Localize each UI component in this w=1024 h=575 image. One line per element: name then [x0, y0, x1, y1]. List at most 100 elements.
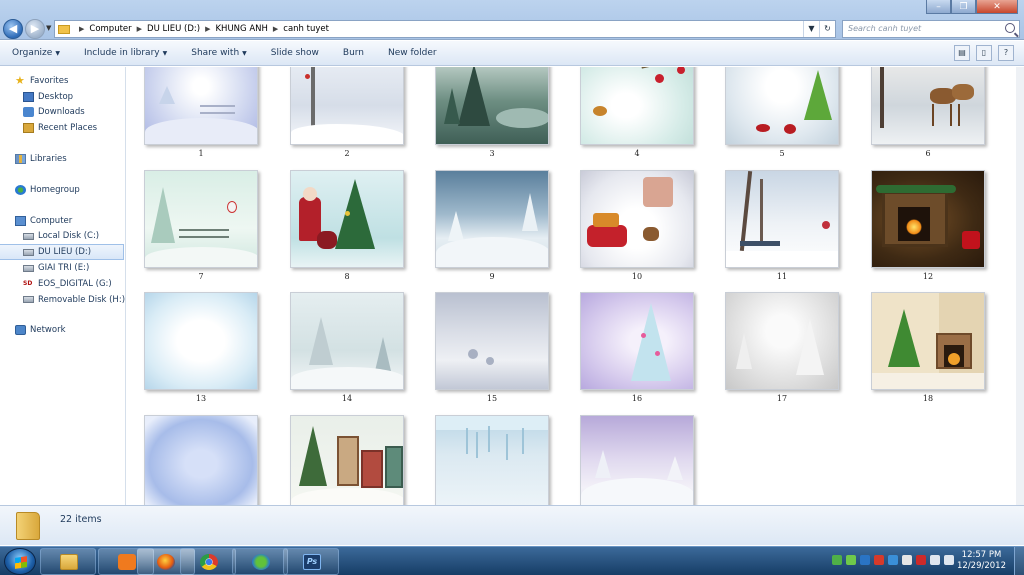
tray-icon[interactable] [916, 555, 926, 565]
breadcrumb-khung-anh[interactable]: KHUNG ANH [215, 24, 267, 34]
thumbnail-image[interactable] [290, 292, 404, 390]
thumbnail-image[interactable] [580, 415, 694, 505]
thumbnail-item[interactable]: 15 [435, 292, 549, 403]
nav-downloads[interactable]: Downloads [0, 105, 125, 121]
thumbnail-item[interactable]: 8 [290, 170, 404, 281]
close-button[interactable]: ✕ [976, 0, 1018, 14]
volume-icon[interactable] [944, 555, 954, 565]
include-in-library-button[interactable]: Include in library ▼ [72, 48, 179, 58]
nav-computer[interactable]: Computer [0, 213, 125, 229]
tray-icon[interactable] [860, 555, 870, 565]
chevron-right-icon[interactable]: ▶ [205, 25, 210, 33]
maximize-button[interactable]: ❐ [951, 0, 976, 14]
tray-icon[interactable] [832, 555, 842, 565]
help-icon[interactable]: ? [998, 45, 1014, 61]
thumbnail-image[interactable] [580, 170, 694, 268]
thumbnail-item[interactable]: 4 [580, 67, 694, 158]
nav-giai-tri[interactable]: GIAI TRI (E:) [0, 260, 125, 276]
refresh-icon[interactable]: ↻ [819, 21, 835, 37]
thumbnail-item[interactable]: 2 [290, 67, 404, 158]
thumbnail-image[interactable] [144, 415, 258, 505]
thumbnail-item[interactable]: 10 [580, 170, 694, 281]
thumbnail-item[interactable] [580, 415, 694, 505]
thumbnail-image[interactable] [871, 67, 985, 145]
burn-button[interactable]: Burn [331, 48, 376, 58]
taskbar-chrome[interactable] [180, 548, 236, 575]
thumbnail-image[interactable] [144, 67, 258, 145]
thumbnail-image[interactable] [290, 415, 404, 505]
breadcrumb-computer[interactable]: Computer [89, 24, 131, 34]
thumbnail-image[interactable] [871, 292, 985, 390]
slide-show-button[interactable]: Slide show [259, 48, 331, 58]
thumbnail-item[interactable] [435, 415, 549, 505]
nav-eos-digital[interactable]: SD EOS_DIGITAL (G:) [0, 276, 125, 292]
thumbnail-item[interactable]: 3 [435, 67, 549, 158]
thumbnail-image[interactable] [725, 170, 839, 268]
start-button[interactable] [4, 548, 36, 575]
new-folder-button[interactable]: New folder [376, 48, 449, 58]
tray-icon[interactable] [874, 555, 884, 565]
show-desktop-button[interactable] [1014, 547, 1024, 575]
thumbnail-item[interactable] [290, 415, 404, 505]
thumbnail-item[interactable]: 16 [580, 292, 694, 403]
thumbnail-image[interactable] [290, 170, 404, 268]
thumbnail-item[interactable] [144, 415, 258, 505]
chevron-right-icon[interactable]: ▶ [79, 25, 84, 33]
chevron-right-icon[interactable]: ▶ [137, 25, 142, 33]
thumbnail-item[interactable]: 18 [871, 292, 985, 403]
vertical-scrollbar[interactable] [1016, 67, 1024, 505]
thumbnail-item[interactable]: 13 [144, 292, 258, 403]
breadcrumb-canh-tuyet[interactable]: canh tuyet [283, 24, 329, 34]
recent-pages-dropdown[interactable]: ▼ [46, 24, 51, 32]
taskbar-idm[interactable] [232, 548, 288, 575]
clock[interactable]: 12:57 PM 12/29/2012 [957, 550, 1006, 572]
thumbnail-image[interactable] [435, 415, 549, 505]
thumbnail-item[interactable]: 5 [725, 67, 839, 158]
back-button[interactable]: ◀ [3, 19, 23, 39]
taskbar-photoshop[interactable]: Ps [283, 548, 339, 575]
thumbnail-image[interactable] [725, 292, 839, 390]
thumbnail-item[interactable]: 12 [871, 170, 985, 281]
address-dropdown-icon[interactable]: ▼ [803, 21, 819, 37]
taskbar-explorer[interactable] [40, 548, 96, 575]
thumbnail-item[interactable]: 6 [871, 67, 985, 158]
thumbnail-image[interactable] [725, 67, 839, 145]
thumbnail-image[interactable] [435, 170, 549, 268]
change-view-icon[interactable]: ▤ [954, 45, 970, 61]
search-icon[interactable] [1005, 23, 1015, 33]
nav-desktop[interactable]: Desktop [0, 89, 125, 105]
nav-removable-disk[interactable]: Removable Disk (H:) [0, 292, 125, 308]
organize-button[interactable]: Organize ▼ [0, 48, 72, 58]
preview-pane-icon[interactable]: ▯ [976, 45, 992, 61]
nav-favorites[interactable]: ★ Favorites [0, 73, 125, 89]
share-with-button[interactable]: Share with ▼ [179, 48, 259, 58]
thumbnail-image[interactable] [290, 67, 404, 145]
search-input[interactable]: Search canh tuyet [842, 20, 1020, 38]
nav-local-disk[interactable]: Local Disk (C:) [0, 229, 125, 245]
thumbnail-image[interactable] [580, 67, 694, 145]
address-bar[interactable]: ▶ Computer ▶ DU LIEU (D:) ▶ KHUNG ANH ▶ … [54, 20, 836, 38]
thumbnail-item[interactable]: 14 [290, 292, 404, 403]
chevron-right-icon[interactable]: ▶ [273, 25, 278, 33]
nav-libraries[interactable]: Libraries [0, 151, 125, 167]
nav-network[interactable]: Network [0, 323, 125, 339]
tray-icon[interactable] [930, 555, 940, 565]
thumbnail-image[interactable] [580, 292, 694, 390]
thumbnail-image[interactable] [435, 292, 549, 390]
thumbnail-item[interactable]: 7 [144, 170, 258, 281]
thumbnail-image[interactable] [144, 292, 258, 390]
nav-homegroup[interactable]: Homegroup [0, 182, 125, 198]
forward-button[interactable]: ▶ [25, 19, 45, 39]
breadcrumb-du-lieu[interactable]: DU LIEU (D:) [147, 24, 200, 34]
nav-recent-places[interactable]: Recent Places [0, 120, 125, 136]
thumbnail-item[interactable]: 17 [725, 292, 839, 403]
thumbnail-image[interactable] [871, 170, 985, 268]
tray-icon[interactable] [888, 555, 898, 565]
nav-du-lieu[interactable]: DU LIEU (D:) [0, 244, 124, 261]
thumbnail-image[interactable] [435, 67, 549, 145]
thumbnail-image[interactable] [144, 170, 258, 268]
thumbnail-item[interactable]: 9 [435, 170, 549, 281]
thumbnail-item[interactable]: 11 [725, 170, 839, 281]
tray-icon[interactable] [846, 555, 856, 565]
thumbnail-item[interactable]: 1 [144, 67, 258, 158]
